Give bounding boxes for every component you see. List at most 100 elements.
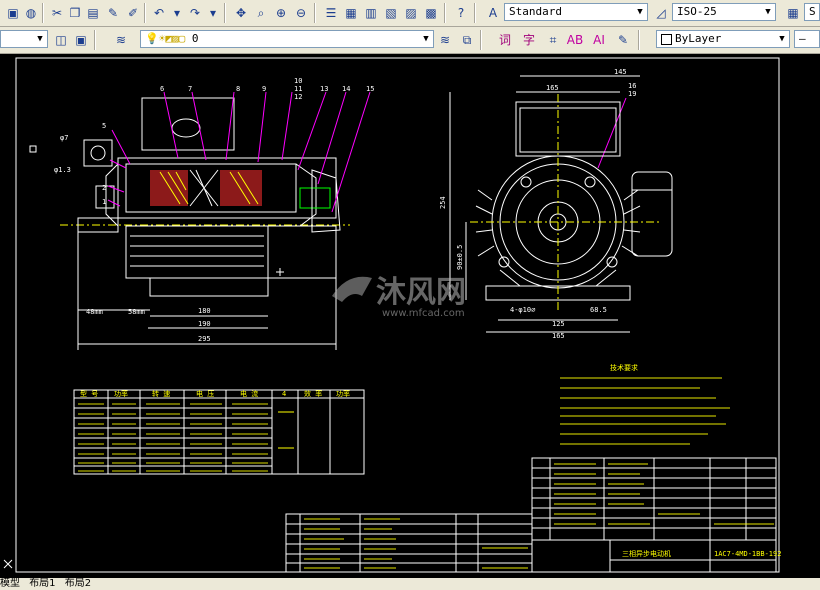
help-icon[interactable]: ? bbox=[452, 4, 470, 22]
tab-model[interactable]: 模型 bbox=[0, 578, 20, 589]
svg-text:190: 190 bbox=[198, 320, 211, 328]
tab-layout1[interactable]: 布局1 bbox=[29, 578, 55, 589]
properties-icon[interactable]: ☰ bbox=[322, 4, 340, 22]
svg-text:5: 5 bbox=[102, 122, 106, 130]
publish-icon[interactable]: ◍ bbox=[22, 4, 40, 22]
svg-text:型 号: 型 号 bbox=[80, 389, 98, 398]
tab-layout2[interactable]: 布局2 bbox=[65, 578, 91, 589]
text-tool-icon[interactable]: 字 bbox=[520, 31, 538, 49]
parameter-table: 型 号 功率 转 速 电 压 电 流 4 效 率 功率 bbox=[73, 389, 365, 475]
dim-style-select[interactable]: ISO-25 ▼ bbox=[672, 3, 776, 21]
svg-text:48mm: 48mm bbox=[86, 308, 103, 316]
cad-drawing: .w { stroke:#fff; fill:none; stroke-widt… bbox=[3, 57, 781, 573]
chevron-down-icon[interactable]: ▼ bbox=[775, 31, 789, 47]
svg-text:4: 4 bbox=[282, 390, 286, 398]
layers-toolbar: ▼ ◫ ▣ ≋ ● 💡☀◩▨▢ 0 ▼ ≋ ⧉ 词 字 ⌗ AB AI ✎ By… bbox=[0, 27, 820, 54]
undo-icon[interactable]: ↶ bbox=[150, 4, 168, 22]
svg-text:1: 1 bbox=[102, 198, 106, 206]
undo-dropdown-icon[interactable]: ▾ bbox=[168, 4, 186, 22]
layer-previous-icon[interactable]: ◫ bbox=[52, 31, 70, 49]
layer-states-icon[interactable]: ≋ bbox=[436, 31, 454, 49]
ab-text-icon[interactable]: AB bbox=[566, 31, 584, 49]
special-char-icon[interactable]: ✎ bbox=[614, 31, 632, 49]
workspace-select[interactable]: ▼ bbox=[0, 30, 48, 48]
color-select[interactable]: ByLayer ▼ bbox=[656, 30, 790, 48]
svg-text:15: 15 bbox=[366, 85, 374, 93]
layer-manager-icon[interactable]: ≋ bbox=[112, 31, 130, 49]
svg-text:16: 16 bbox=[628, 82, 636, 90]
svg-text:φ1.3: φ1.3 bbox=[54, 166, 71, 174]
brush-icon[interactable]: ✐ bbox=[124, 4, 142, 22]
svg-text:12: 12 bbox=[294, 93, 302, 101]
markup-icon[interactable]: ▨ bbox=[402, 4, 420, 22]
svg-text:2: 2 bbox=[102, 184, 106, 192]
sheet-set-icon[interactable]: ▧ bbox=[382, 4, 400, 22]
drawing-canvas[interactable]: .w { stroke:#fff; fill:none; stroke-widt… bbox=[0, 54, 820, 578]
svg-text:三相异步电动机: 三相异步电动机 bbox=[622, 549, 671, 558]
calculator-icon[interactable]: ▩ bbox=[422, 4, 440, 22]
watermark: 沐风网 www.mfcad.com bbox=[332, 275, 466, 319]
tool-palettes-icon[interactable]: ▥ bbox=[362, 4, 380, 22]
svg-text:58mm: 58mm bbox=[128, 308, 145, 316]
svg-text:电 流: 电 流 bbox=[240, 389, 258, 398]
svg-text:145: 145 bbox=[614, 68, 627, 76]
side-end-view: 145 165 16 19 254 90±0.5 4-φ10⌀ 68.5 125… bbox=[439, 68, 673, 340]
svg-text:9: 9 bbox=[262, 85, 266, 93]
zoom-realtime-icon[interactable]: ⌕ bbox=[252, 4, 270, 22]
chevron-down-icon[interactable]: ▼ bbox=[33, 31, 47, 47]
svg-text:165: 165 bbox=[546, 84, 559, 92]
table-style-select[interactable]: S bbox=[804, 3, 820, 21]
svg-text:180: 180 bbox=[198, 307, 211, 315]
technical-requirements: 技术要求 bbox=[560, 363, 730, 445]
svg-text:68.5: 68.5 bbox=[590, 306, 607, 314]
design-center-icon[interactable]: ▦ bbox=[342, 4, 360, 22]
table-style-icon: ▦ bbox=[787, 6, 799, 20]
find-text-icon[interactable]: ⌗ bbox=[544, 31, 562, 49]
match-properties-icon[interactable]: ✎ bbox=[104, 4, 122, 22]
svg-text:技术要求: 技术要求 bbox=[610, 363, 638, 372]
linetype-select[interactable]: — bbox=[794, 30, 820, 48]
zoom-previous-icon[interactable]: ⊖ bbox=[292, 4, 310, 22]
cut-icon[interactable]: ✂ bbox=[48, 4, 66, 22]
redo-dropdown-icon[interactable]: ▾ bbox=[204, 4, 222, 22]
pan-icon[interactable]: ✥ bbox=[232, 4, 250, 22]
layer-select[interactable]: 💡☀◩▨▢ 0 ▼ bbox=[140, 30, 434, 48]
svg-text:295: 295 bbox=[198, 335, 211, 343]
print-preview-icon[interactable]: ▣ bbox=[4, 4, 22, 22]
svg-text:11: 11 bbox=[294, 85, 302, 93]
svg-text:19: 19 bbox=[628, 90, 636, 98]
svg-text:254: 254 bbox=[439, 196, 447, 209]
svg-text:14: 14 bbox=[342, 85, 350, 93]
dim-style-icon: ◿ bbox=[656, 6, 666, 20]
copy-icon[interactable]: ❐ bbox=[66, 4, 84, 22]
svg-text:φ7: φ7 bbox=[60, 134, 68, 142]
svg-text:功率: 功率 bbox=[114, 389, 128, 398]
ucs-marker bbox=[29, 145, 37, 153]
text-style-select[interactable]: Standard ▼ bbox=[504, 3, 648, 21]
svg-text:165: 165 bbox=[552, 332, 565, 340]
svg-text:功率: 功率 bbox=[336, 389, 350, 398]
paste-icon[interactable]: ▤ bbox=[84, 4, 102, 22]
ai-text-icon[interactable]: AI bbox=[590, 31, 608, 49]
text-style-icon: A bbox=[488, 6, 498, 20]
svg-text:www.mfcad.com: www.mfcad.com bbox=[382, 308, 465, 319]
svg-text:1AC7-4MD-1BB-192: 1AC7-4MD-1BB-192 bbox=[714, 550, 781, 558]
title-block: 三相异步电动机 1AC7-4MD-1BB-192 bbox=[285, 457, 781, 573]
layout-tabs: 模型 布局1 布局2 bbox=[0, 578, 820, 590]
svg-text:4-φ10⌀: 4-φ10⌀ bbox=[510, 306, 535, 314]
svg-text:7: 7 bbox=[188, 85, 192, 93]
svg-text:电 压: 电 压 bbox=[196, 389, 214, 398]
redo-icon[interactable]: ↷ bbox=[186, 4, 204, 22]
layer-state-manager-icon[interactable]: ⧉ bbox=[458, 31, 476, 49]
chevron-down-icon[interactable]: ▼ bbox=[761, 4, 775, 20]
svg-text:沐风网: 沐风网 bbox=[376, 275, 466, 310]
svg-text:转 速: 转 速 bbox=[152, 389, 170, 398]
svg-text:13: 13 bbox=[320, 85, 328, 93]
chevron-down-icon[interactable]: ▼ bbox=[419, 31, 433, 47]
svg-text:效 率: 效 率 bbox=[304, 389, 322, 398]
front-section-view: 6 7 8 9 10 11 12 13 14 15 5 2 1 φ7 φ1.3 … bbox=[54, 77, 374, 350]
text-edit-icon[interactable]: 词 bbox=[496, 31, 514, 49]
chevron-down-icon[interactable]: ▼ bbox=[633, 4, 647, 20]
zoom-window-icon[interactable]: ⊕ bbox=[272, 4, 290, 22]
make-object-layer-current-icon[interactable]: ▣ bbox=[72, 31, 90, 49]
